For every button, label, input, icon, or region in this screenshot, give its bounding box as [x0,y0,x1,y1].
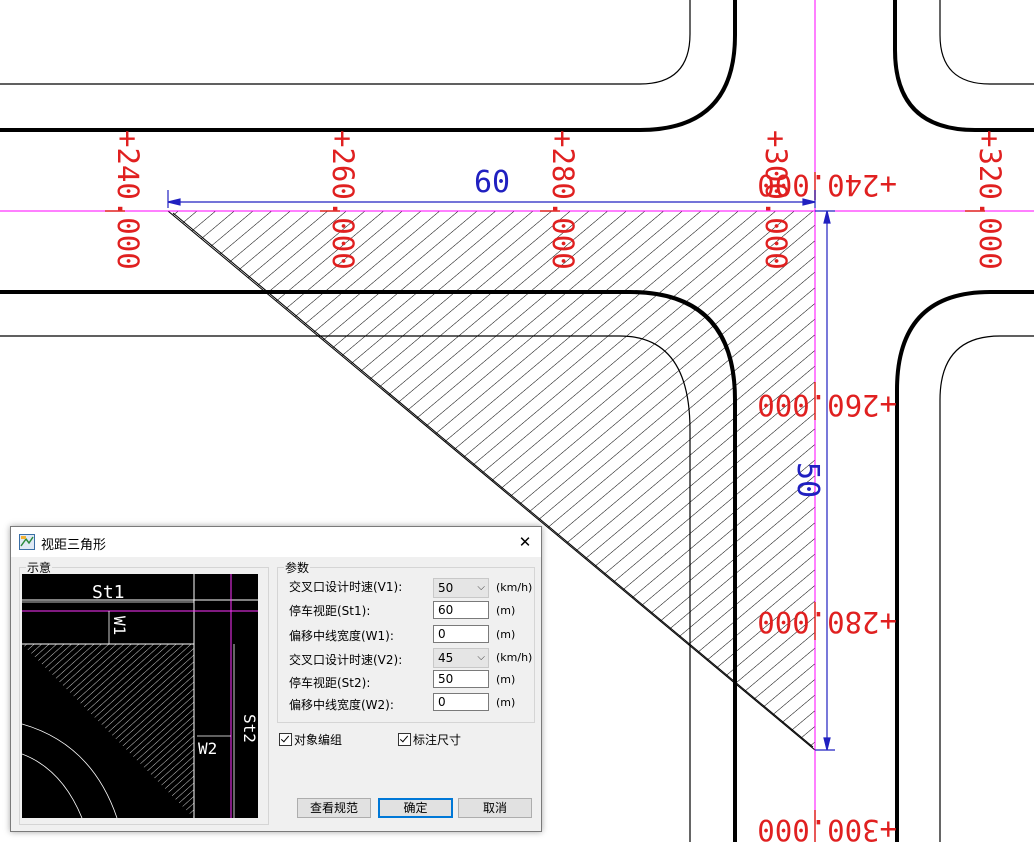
preview-diagram: St1 W1 W2 St2 [22,574,258,818]
dimension-horizontal-value: 60 [474,165,510,200]
dialog-title: 视距三角形 [41,538,107,553]
road-edge-bottom-right [939,335,1034,842]
param-unit-w1: (m) [496,628,516,641]
st1-input[interactable]: 60 [433,601,489,619]
param-label-st2: 停车视距(St2): [289,676,371,690]
param-label-v2: 交叉口设计时速(V2): [289,653,403,667]
station-label-right-1: +240.000 [757,168,897,202]
v2-select[interactable]: 45 ⌵ [433,648,489,668]
param-unit-w2: (m) [496,696,516,709]
v1-select[interactable]: 50 ⌵ [433,578,489,598]
dimension-vertical-value: 50 [790,462,825,498]
checkbox-checked-icon [398,733,411,746]
view-spec-button[interactable]: 查看规范 [297,798,371,818]
road-edge-top-left [0,0,691,85]
annotate-dimensions-checkbox[interactable]: 标注尺寸 [398,731,461,748]
close-icon[interactable]: ✕ [509,527,541,557]
road-edge-top-right [939,0,1034,85]
preview-label-st1: St1 [92,582,125,603]
st2-input[interactable]: 50 [433,670,489,688]
cancel-button[interactable]: 取消 [458,798,532,818]
app-icon [19,534,35,550]
station-label-top-5: +320.000 [973,130,1007,270]
chevron-down-icon: ⌵ [477,582,485,593]
group-objects-checkbox[interactable]: 对象编组 [279,731,342,748]
param-label-w2: 偏移中线宽度(W2): [289,698,394,712]
v1-select-value: 50 [438,581,454,595]
params-group-label: 参数 [284,559,311,576]
curb-top-left [0,0,737,132]
param-unit-st1: (m) [496,604,516,617]
checkbox-checked-icon [279,733,292,746]
curb-top-right [893,0,1034,132]
ok-button[interactable]: 确定 [378,798,453,818]
preview-label-w2: W2 [198,739,217,758]
chevron-down-icon: ⌵ [477,652,485,663]
dialog-titlebar[interactable]: 视距三角形 ✕ [11,527,541,557]
w1-input[interactable]: 0 [433,625,489,643]
preview-label-st2: St2 [240,714,258,743]
group-objects-label: 对象编组 [294,733,343,747]
station-label-top-1: +240.000 [111,130,145,270]
param-unit-v2: (km/h) [496,651,533,664]
param-unit-v1: (km/h) [496,581,533,594]
param-unit-st2: (m) [496,673,516,686]
station-label-top-2: +260.000 [326,130,360,270]
param-label-v1: 交叉口设计时速(V1): [289,580,403,594]
annotate-dimensions-label: 标注尺寸 [413,733,462,747]
station-label-right-4: +300.000 [757,813,897,842]
param-label-st1: 停车视距(St1): [289,604,371,618]
param-label-w1: 偏移中线宽度(W1): [289,629,394,643]
station-label-top-3: +280.000 [546,130,580,270]
v2-select-value: 45 [438,651,454,665]
curb-bottom-right [895,290,1034,842]
w2-input[interactable]: 0 [433,693,489,711]
preview-label-w1: W1 [110,616,129,635]
sight-triangle-dialog[interactable]: 视距三角形 ✕ 示意 St1 W1 W2 St2 参数 交叉口设计时速(V1):… [10,526,542,832]
